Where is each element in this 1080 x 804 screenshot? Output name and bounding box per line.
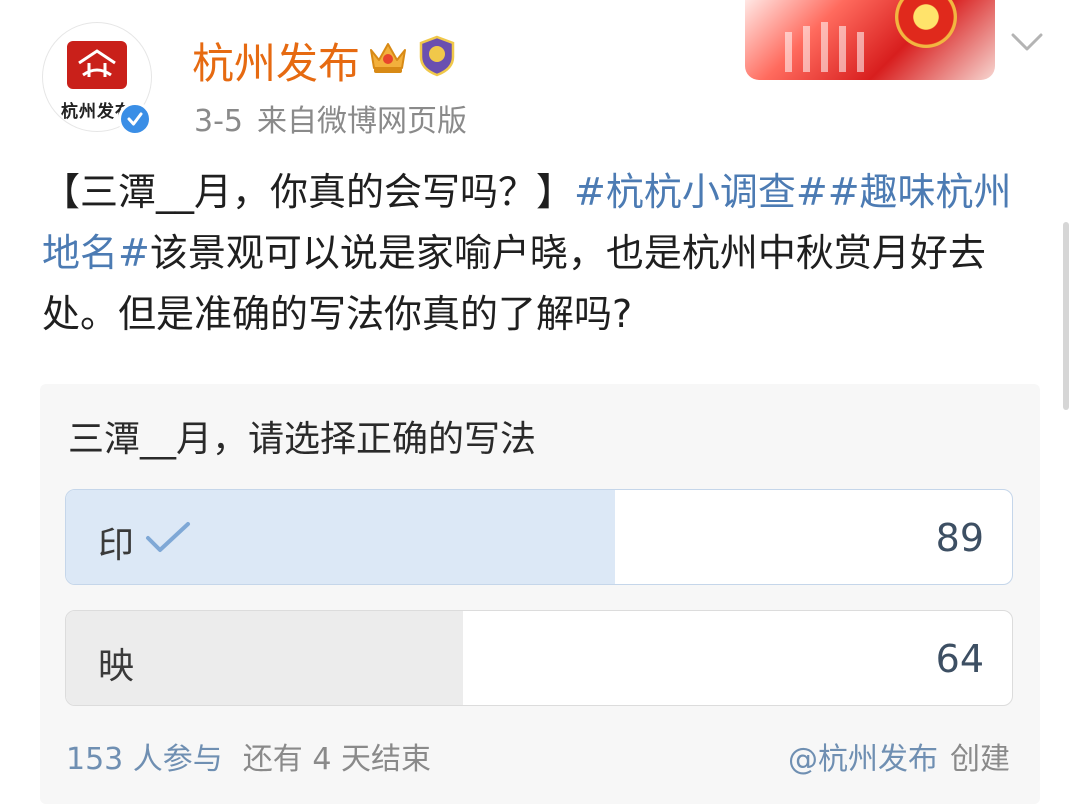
post-body: 该景观可以说是家喻户晓，也是杭州中秋赏月好去处。但是准确的写法你真的了解吗? [42, 231, 986, 336]
header-banner-image [745, 0, 995, 80]
creator-link[interactable]: @杭州发布 [788, 742, 938, 777]
option-label: 印 [98, 525, 135, 566]
verified-badge-icon [118, 102, 152, 136]
username[interactable]: 杭州发布 [192, 30, 360, 91]
poll-option[interactable]: 映 64 [65, 610, 1013, 706]
checkmark-icon [146, 522, 190, 552]
post-date: 3-5 [194, 104, 243, 139]
chevron-down-icon[interactable] [1010, 30, 1044, 54]
vote-count: 89 [935, 516, 984, 560]
poll-question: 三潭__月，请选择正确的写法 [68, 419, 537, 460]
participants-count[interactable]: 153 人参与 [66, 742, 223, 777]
post-source[interactable]: 来自微博网页版 [257, 104, 467, 139]
scrollbar[interactable] [1063, 222, 1069, 410]
crown-badge-icon[interactable] [367, 36, 409, 76]
time-remaining: 还有 4 天结束 [242, 742, 431, 777]
logo-seal-icon [67, 41, 127, 89]
created-label: 创建 [950, 742, 1010, 777]
hashtag-link[interactable]: #杭杭小调查# [574, 170, 828, 214]
post-meta: 3-5 来自微博网页版 [194, 96, 467, 140]
vote-count: 64 [935, 637, 984, 681]
post-title: 【三潭__月，你真的会写吗？】 [42, 170, 575, 214]
star-emblem-icon [895, 0, 957, 48]
option-label: 映 [98, 646, 135, 687]
post-text: 【三潭__月，你真的会写吗？】#杭杭小调查##趣味杭州地名#该景观可以说是家喻户… [42, 162, 1032, 345]
poll-footer: 153 人参与 还有 4 天结束 [66, 734, 431, 778]
poll-creator: @杭州发布 创建 [788, 734, 1010, 778]
poll-option[interactable]: 印 89 [65, 489, 1013, 585]
shield-badge-icon[interactable] [418, 35, 456, 77]
